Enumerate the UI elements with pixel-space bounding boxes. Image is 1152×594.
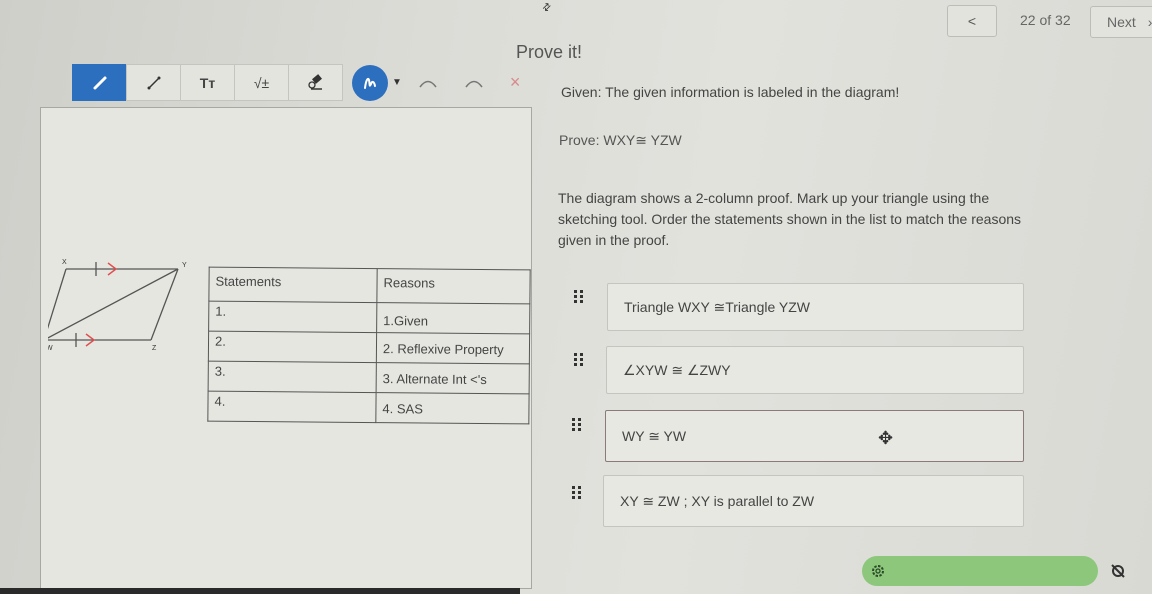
text-icon: Tт (199, 74, 216, 91)
vertex-label-y: Y (182, 262, 187, 269)
parallelogram-diagram: X Y W Z (48, 259, 187, 352)
screen-edge (0, 588, 520, 594)
hide-icon[interactable] (1110, 563, 1126, 579)
statement-cell: 2. (208, 331, 377, 363)
next-label: Next (1107, 14, 1136, 30)
instructions-text: The diagram shows a 2-column proof. Mark… (558, 190, 1022, 248)
redo-icon[interactable] (464, 78, 484, 88)
stroke-style-button[interactable] (352, 64, 388, 101)
next-button[interactable]: Next › (1090, 6, 1152, 38)
undo-icon[interactable] (418, 78, 438, 88)
line-tool[interactable] (126, 64, 181, 101)
move-cursor-icon: ✥ (878, 428, 894, 448)
drag-handle[interactable] (572, 418, 582, 431)
table-row: 4. 4. SAS (207, 391, 530, 424)
drag-handle[interactable] (574, 353, 584, 366)
text-tool[interactable]: Tт (180, 64, 235, 101)
statement-item[interactable]: XY ≅ ZW ; XY is parallel to ZW (603, 475, 1024, 527)
reason-cell: 1.Given (376, 302, 530, 334)
dropdown-caret-icon[interactable]: ▼ (392, 77, 402, 88)
chevron-right-icon: › (1148, 14, 1152, 30)
grip-icon (574, 290, 584, 303)
segment-wy (48, 268, 179, 339)
math-icon: √± (253, 74, 270, 91)
reasons-header: Reasons (376, 268, 531, 304)
pencil-icon (93, 76, 106, 89)
resize-icon: ⇄ (540, 0, 555, 15)
eraser-icon (307, 73, 322, 90)
grip-icon (574, 353, 584, 366)
line-icon (147, 76, 160, 89)
clear-icon[interactable]: × (510, 72, 521, 93)
page-counter: 22 of 32 (1020, 12, 1071, 28)
table-header-row: Statements Reasons (208, 267, 531, 304)
drag-handle[interactable] (574, 290, 584, 303)
sketch-toolbar: Tт √± ▼ × (72, 64, 520, 101)
prove-text: Prove: WXY≅ YZW (559, 132, 682, 148)
reason-cell: 3. Alternate Int <'s (376, 362, 530, 394)
proof-table: Statements Reasons 1. 1.Given 2. 2. Refl… (207, 267, 531, 425)
statement-item[interactable]: Triangle WXY ≅Triangle YZW (607, 283, 1024, 331)
statement-cell: 3. (208, 361, 377, 393)
given-text: Given: The given information is labeled … (561, 84, 900, 100)
table-row: 1. 1.Given (208, 301, 530, 334)
prev-button[interactable]: < (947, 5, 997, 37)
vertex-label-x: X (62, 259, 67, 266)
pencil-tool[interactable] (72, 64, 127, 101)
drag-handle[interactable] (572, 486, 582, 499)
bottom-status-bar[interactable] (862, 556, 1098, 586)
math-tool[interactable]: √± (234, 64, 289, 101)
page-title: Prove it! (516, 42, 583, 62)
statement-item[interactable]: ∠XYW ≅ ∠ZWY (606, 346, 1024, 394)
statement-item[interactable]: WY ≅ YW (605, 410, 1024, 462)
grip-icon (572, 418, 582, 431)
statement-cell: 1. (208, 301, 377, 333)
statement-cell: 4. (207, 391, 377, 423)
squiggle-icon (364, 77, 376, 89)
grip-icon (572, 486, 582, 499)
eraser-tool[interactable] (288, 64, 343, 101)
gear-icon[interactable] (870, 563, 886, 579)
segment-zy (150, 268, 179, 341)
vertex-label-w: W (48, 345, 53, 352)
table-row: 2. 2. Reflexive Property (208, 331, 530, 364)
reason-cell: 4. SAS (375, 392, 530, 424)
table-row: 3. 3. Alternate Int <'s (208, 361, 530, 394)
reason-cell: 2. Reflexive Property (376, 332, 530, 364)
vertex-label-z: Z (152, 345, 157, 352)
statements-header: Statements (208, 267, 378, 303)
chevron-left-icon: < (967, 13, 977, 29)
